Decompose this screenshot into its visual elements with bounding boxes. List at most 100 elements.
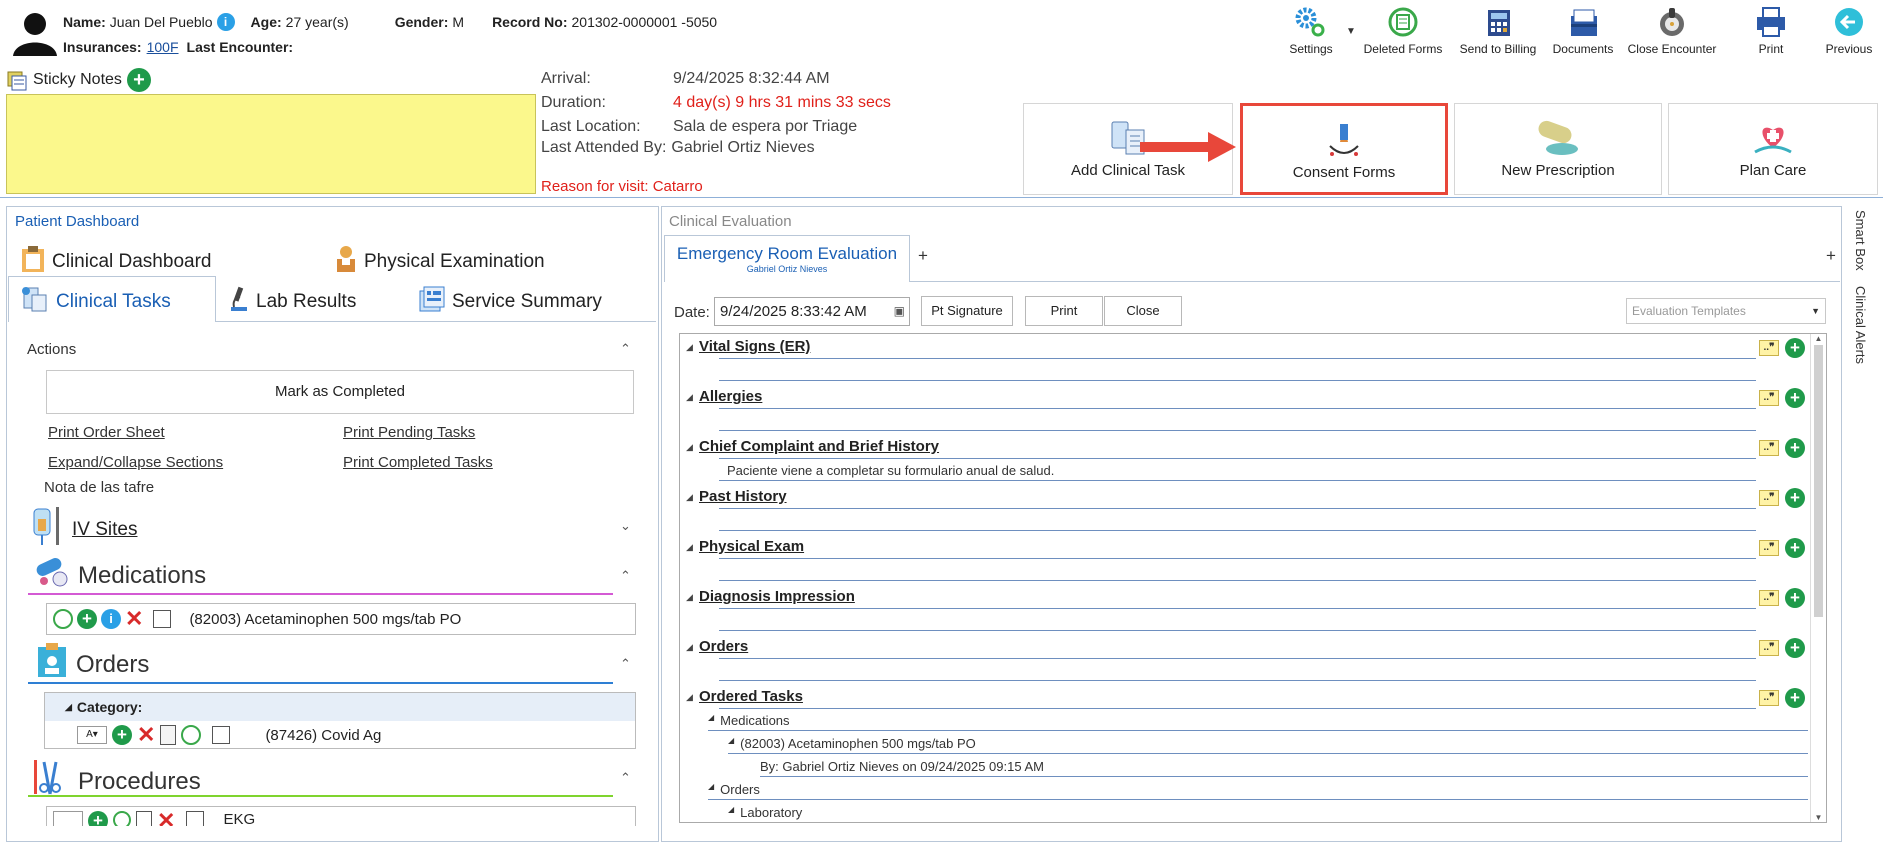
quote-note-icon[interactable]: ..❞ bbox=[1759, 490, 1779, 506]
documents-button[interactable]: Documents bbox=[1538, 6, 1628, 62]
add-sticky-note-button[interactable]: + bbox=[126, 68, 151, 92]
pt-signature-button[interactable]: Pt Signature bbox=[921, 296, 1013, 326]
section-orders[interactable]: Orders bbox=[699, 638, 748, 655]
add-medication-button[interactable]: + bbox=[77, 609, 97, 629]
quote-note-icon[interactable]: ..❞ bbox=[1759, 390, 1779, 406]
previous-button[interactable]: Previous bbox=[1804, 6, 1883, 62]
add-procedure-button[interactable]: + bbox=[88, 811, 108, 826]
print-pending-tasks-link[interactable]: Print Pending Tasks bbox=[343, 424, 475, 441]
orders-section[interactable]: Orders bbox=[36, 643, 149, 686]
mark-as-completed-button[interactable]: Mark as Completed bbox=[46, 370, 634, 414]
collapse-triangle-icon[interactable]: ◢ bbox=[728, 736, 734, 751]
plan-care-button[interactable]: Plan Care bbox=[1668, 103, 1878, 195]
calendar-icon[interactable]: ▣ bbox=[894, 298, 909, 325]
tab-clinical-dashboard[interactable]: Clinical Dashboard bbox=[20, 245, 211, 279]
close-evaluation-button[interactable]: Close bbox=[1104, 296, 1182, 326]
chevron-up-icon[interactable]: ⌃ bbox=[620, 770, 631, 786]
tree-orders[interactable]: ◢ Orders bbox=[708, 782, 760, 797]
settings-button[interactable]: Settings bbox=[1266, 6, 1356, 62]
add-section-item-button[interactable]: + bbox=[1785, 488, 1805, 508]
chevron-up-icon[interactable]: ⌃ bbox=[620, 341, 631, 357]
tab-physical-examination[interactable]: Physical Examination bbox=[334, 245, 545, 279]
add-order-button[interactable]: + bbox=[112, 725, 132, 745]
consent-forms-button[interactable]: Consent Forms bbox=[1240, 103, 1448, 195]
collapse-triangle-icon[interactable]: ◢ bbox=[686, 342, 693, 353]
collapse-triangle-icon[interactable]: ◢ bbox=[65, 702, 72, 713]
send-to-billing-button[interactable]: Send to Billing bbox=[1453, 6, 1543, 62]
scroll-up-icon[interactable]: ▲ bbox=[1811, 334, 1826, 343]
order-checkbox[interactable] bbox=[212, 726, 231, 744]
add-section-item-button[interactable]: + bbox=[1785, 688, 1805, 708]
procedures-section[interactable]: Procedures bbox=[30, 758, 201, 805]
chevron-up-icon[interactable]: ⌃ bbox=[620, 656, 631, 672]
quote-note-icon[interactable]: ..❞ bbox=[1759, 340, 1779, 356]
tab-service-summary[interactable]: Service Summary bbox=[418, 285, 602, 319]
collapse-triangle-icon[interactable]: ◢ bbox=[708, 782, 714, 797]
section-physical-exam[interactable]: Physical Exam bbox=[699, 538, 804, 555]
collapse-triangle-icon[interactable]: ◢ bbox=[686, 492, 693, 503]
iv-sites-section[interactable]: IV Sites bbox=[30, 505, 137, 554]
quote-note-icon[interactable]: ..❞ bbox=[1759, 440, 1779, 456]
print-completed-tasks-link[interactable]: Print Completed Tasks bbox=[343, 454, 493, 471]
procedure-checkbox[interactable] bbox=[186, 811, 205, 826]
add-section-item-button[interactable]: + bbox=[1785, 388, 1805, 408]
medication-checkbox[interactable] bbox=[153, 610, 172, 628]
add-section-item-button[interactable]: + bbox=[1785, 438, 1805, 458]
new-prescription-button[interactable]: New Prescription bbox=[1454, 103, 1662, 195]
delete-procedure-icon[interactable]: ✕ bbox=[157, 810, 175, 827]
clinical-alerts-tab[interactable]: Clinical Alerts bbox=[1846, 284, 1876, 374]
collapse-triangle-icon[interactable]: ◢ bbox=[686, 592, 693, 603]
tree-laboratory[interactable]: ◢ Laboratory bbox=[728, 805, 802, 820]
section-ordered-tasks[interactable]: Ordered Tasks bbox=[699, 688, 803, 705]
refresh-icon[interactable] bbox=[53, 609, 73, 629]
tree-med-item[interactable]: ◢ (82003) Acetaminophen 500 mgs/tab PO bbox=[728, 736, 976, 751]
medications-section[interactable]: Medications bbox=[32, 555, 206, 596]
print-order-sheet-link[interactable]: Print Order Sheet bbox=[48, 424, 165, 441]
collapse-triangle-icon[interactable]: ◢ bbox=[708, 713, 714, 728]
add-section-item-button[interactable]: + bbox=[1785, 538, 1805, 558]
close-encounter-button[interactable]: Close Encounter bbox=[1627, 6, 1717, 62]
section-chief-complaint[interactable]: Chief Complaint and Brief History bbox=[699, 438, 939, 455]
section-past-history[interactable]: Past History bbox=[699, 488, 787, 505]
evaluation-templates-select[interactable]: Evaluation Templates ▼ bbox=[1626, 298, 1826, 324]
order-type-dropdown[interactable]: A▾ bbox=[77, 726, 107, 744]
add-tab-button[interactable]: + bbox=[918, 246, 928, 266]
alarm-icon[interactable] bbox=[113, 811, 131, 826]
add-section-item-button[interactable]: + bbox=[1785, 638, 1805, 658]
tree-medications[interactable]: ◢ Medications bbox=[708, 713, 790, 728]
date-input[interactable]: 9/24/2025 8:33:42 AM ▣ bbox=[714, 297, 910, 326]
scroll-down-icon[interactable]: ▼ bbox=[1811, 813, 1826, 822]
scrollbar[interactable]: ▲ ▼ bbox=[1810, 334, 1826, 822]
sticky-note-area[interactable] bbox=[6, 94, 536, 194]
order-document-icon[interactable] bbox=[160, 725, 177, 745]
collapse-triangle-icon[interactable]: ◢ bbox=[686, 692, 693, 703]
procedure-type-dropdown[interactable] bbox=[53, 811, 83, 826]
expand-collapse-link[interactable]: Expand/Collapse Sections bbox=[48, 454, 223, 471]
section-vital-signs[interactable]: Vital Signs (ER) bbox=[699, 338, 810, 355]
collapse-triangle-icon[interactable]: ◢ bbox=[728, 805, 734, 820]
medication-info-icon[interactable]: i bbox=[101, 609, 121, 629]
delete-order-icon[interactable]: ✕ bbox=[137, 724, 155, 746]
quote-note-icon[interactable]: ..❞ bbox=[1759, 640, 1779, 656]
procedure-document-icon[interactable] bbox=[136, 811, 152, 826]
section-diagnosis-impression[interactable]: Diagnosis Impression bbox=[699, 588, 855, 605]
quote-note-icon[interactable]: ..❞ bbox=[1759, 590, 1779, 606]
deleted-forms-button[interactable]: Deleted Forms bbox=[1358, 6, 1448, 62]
order-refresh-icon[interactable] bbox=[181, 725, 202, 745]
add-tab-right-button[interactable]: + bbox=[1826, 246, 1836, 266]
collapse-triangle-icon[interactable]: ◢ bbox=[686, 642, 693, 653]
chevron-up-icon[interactable]: ⌃ bbox=[620, 568, 631, 584]
tab-clinical-tasks-content[interactable]: Clinical Tasks bbox=[20, 285, 171, 319]
delete-medication-icon[interactable]: ✕ bbox=[125, 608, 143, 630]
info-icon[interactable]: i bbox=[216, 13, 235, 31]
collapse-triangle-icon[interactable]: ◢ bbox=[686, 542, 693, 553]
tab-emergency-room-evaluation[interactable]: Emergency Room Evaluation Gabriel Ortiz … bbox=[664, 235, 910, 282]
collapse-triangle-icon[interactable]: ◢ bbox=[686, 392, 693, 403]
quote-note-icon[interactable]: ..❞ bbox=[1759, 690, 1779, 706]
collapse-triangle-icon[interactable]: ◢ bbox=[686, 442, 693, 453]
insurance-link[interactable]: 100F bbox=[147, 39, 179, 55]
print-toolbar-button[interactable]: Print bbox=[1726, 6, 1816, 62]
settings-dropdown-icon[interactable]: ▼ bbox=[1346, 26, 1356, 37]
chevron-down-icon[interactable]: ⌄ bbox=[620, 518, 631, 534]
add-section-item-button[interactable]: + bbox=[1785, 588, 1805, 608]
